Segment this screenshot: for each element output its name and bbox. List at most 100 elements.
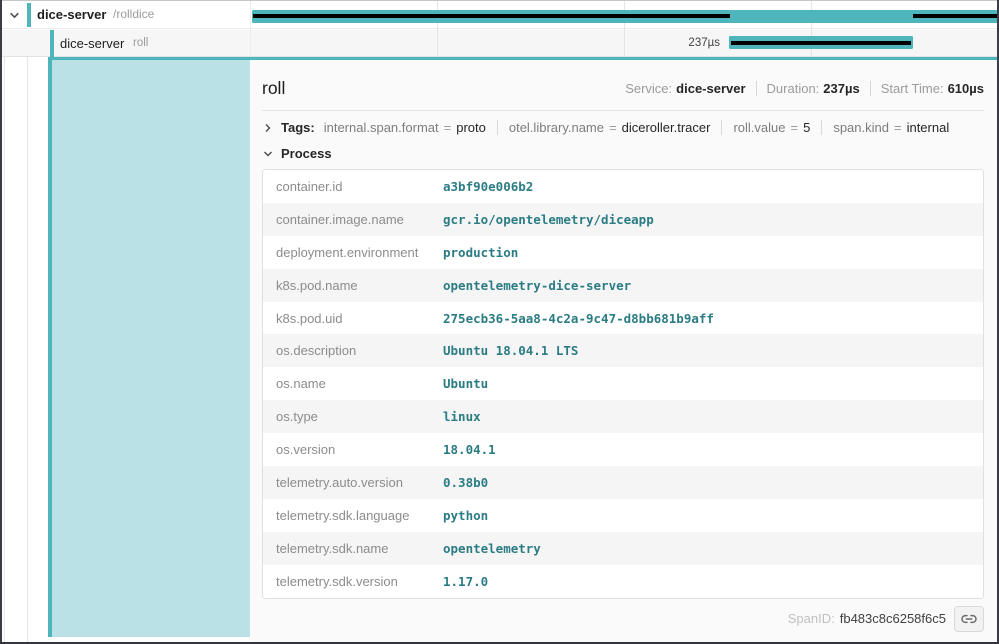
process-key: telemetry.sdk.version (263, 574, 443, 589)
process-key: k8s.pod.name (263, 278, 443, 293)
process-value: Ubuntu (443, 376, 488, 391)
tag-equals: = (444, 120, 452, 135)
indent-guide (27, 57, 28, 642)
process-value: a3bf90e006b2 (443, 179, 533, 194)
service-name-label: dice-server (60, 30, 124, 56)
span-row-roll-selected[interactable]: dice-server roll 237µs (2, 30, 997, 57)
process-row: telemetry.sdk.nameopentelemetry (263, 532, 983, 565)
tag-value: internal (907, 120, 950, 135)
process-row: container.ida3bf90e006b2 (263, 170, 983, 203)
process-row: os.nameUbuntu (263, 367, 983, 400)
chevron-down-icon (262, 148, 274, 160)
process-value: 18.04.1 (443, 442, 496, 457)
spanid-value: fb483c8c6258f6c5 (840, 611, 946, 626)
tag-value: diceroller.tracer (622, 120, 711, 135)
overview-separator (756, 81, 757, 96)
tag-equals: = (609, 120, 617, 135)
duration-overview-label: Duration: (767, 81, 820, 96)
selected-span-highlight (52, 57, 250, 637)
tag-item: span.kind = internal (833, 120, 949, 135)
process-value: 275ecb36-5aa8-4c2a-9c47-d8bb681b9aff (443, 311, 714, 326)
process-key: os.name (263, 376, 443, 391)
tag-key: internal.span.format (324, 120, 439, 135)
window-border-left (0, 0, 2, 644)
span-detail-panel: roll Service: dice-server Duration: 237µ… (250, 57, 997, 642)
span-duration-label: 237µs (632, 30, 720, 57)
process-key: os.type (263, 409, 443, 424)
span-overview: Service: dice-server Duration: 237µs Sta… (625, 81, 984, 96)
tag-value: proto (456, 120, 486, 135)
span-detail-title: roll (262, 76, 285, 100)
span-detail-header: roll Service: dice-server Duration: 237µ… (250, 60, 997, 108)
service-name-label: dice-server (37, 1, 106, 28)
process-value: Ubuntu 18.04.1 LTS (443, 343, 578, 358)
tag-item: internal.span.format = proto (324, 120, 486, 135)
process-key: container.id (263, 179, 443, 194)
collapse-chevron-down-icon[interactable] (8, 9, 22, 23)
duration-overview-value: 237µs (823, 81, 859, 96)
service-overview-label: Service: (625, 81, 672, 96)
span-bar-roll[interactable] (729, 36, 913, 49)
name-column-divider (250, 1, 251, 57)
process-key: telemetry.auto.version (263, 475, 443, 490)
spanid-label: SpanID: (788, 611, 835, 626)
process-row: k8s.pod.nameopentelemetry-dice-server (263, 269, 983, 302)
service-color-indicator (27, 3, 31, 27)
overview-separator (870, 81, 871, 96)
tag-separator (821, 120, 822, 135)
critical-path-segment (731, 41, 911, 45)
process-value: 0.38b0 (443, 475, 488, 490)
start-time-overview-label: Start Time: (881, 81, 944, 96)
jaeger-trace-detail-window: dice-server /rolldice dice-server roll 2… (0, 0, 999, 644)
span-row-rolldice[interactable]: dice-server /rolldice (2, 1, 997, 29)
window-border-top (0, 0, 999, 1)
tag-item: otel.library.name = diceroller.tracer (509, 120, 711, 135)
process-row: container.image.namegcr.io/opentelemetry… (263, 203, 983, 236)
service-color-indicator (50, 30, 54, 57)
process-row: telemetry.sdk.languagepython (263, 499, 983, 532)
tag-key: roll.value (733, 120, 785, 135)
process-value: opentelemetry-dice-server (443, 278, 631, 293)
span-detail-footer: SpanID: fb483c8c6258f6c5 (262, 606, 984, 632)
process-value: 1.17.0 (443, 574, 488, 589)
indent-guide (4, 57, 5, 642)
deep-link-button[interactable] (954, 606, 984, 632)
chevron-right-icon (262, 122, 274, 134)
operation-name-label: roll (133, 30, 148, 56)
process-key: deployment.environment (263, 245, 443, 260)
critical-path-segment (913, 14, 997, 18)
tag-separator (721, 120, 722, 135)
process-accordion[interactable]: Process (250, 138, 997, 167)
process-key: k8s.pod.uid (263, 311, 443, 326)
process-key: telemetry.sdk.name (263, 541, 443, 556)
tag-key: otel.library.name (509, 120, 604, 135)
process-row: os.typelinux (263, 400, 983, 433)
process-value: opentelemetry (443, 541, 541, 556)
service-overview-value: dice-server (676, 81, 745, 96)
start-time-overview-value: 610µs (948, 81, 984, 96)
tag-list: internal.span.format = proto otel.library.n… (324, 120, 950, 135)
tag-equals: = (791, 120, 799, 135)
process-key: container.image.name (263, 212, 443, 227)
tag-key: span.kind (833, 120, 889, 135)
process-row: os.descriptionUbuntu 18.04.1 LTS (263, 334, 983, 367)
critical-path-segment (253, 14, 730, 18)
process-row: k8s.pod.uid275ecb36-5aa8-4c2a-9c47-d8bb6… (263, 302, 983, 335)
tag-equals: = (894, 120, 902, 135)
tags-accordion[interactable]: Tags: internal.span.format = proto otel.lib… (250, 111, 997, 138)
process-label: Process (281, 146, 332, 161)
process-key: os.description (263, 343, 443, 358)
tag-value: 5 (803, 120, 810, 135)
process-value: python (443, 508, 488, 523)
tags-label: Tags: (281, 120, 315, 135)
process-value: gcr.io/opentelemetry/diceapp (443, 212, 654, 227)
process-value: production (443, 245, 518, 260)
span-tree-column (2, 57, 250, 642)
operation-name-label: /rolldice (113, 1, 154, 28)
tag-item: roll.value = 5 (733, 120, 810, 135)
process-value: linux (443, 409, 481, 424)
process-row: telemetry.sdk.version1.17.0 (263, 565, 983, 598)
process-key-value-table: container.ida3bf90e006b2container.image.… (262, 169, 984, 599)
link-icon (961, 611, 977, 627)
tag-separator (497, 120, 498, 135)
